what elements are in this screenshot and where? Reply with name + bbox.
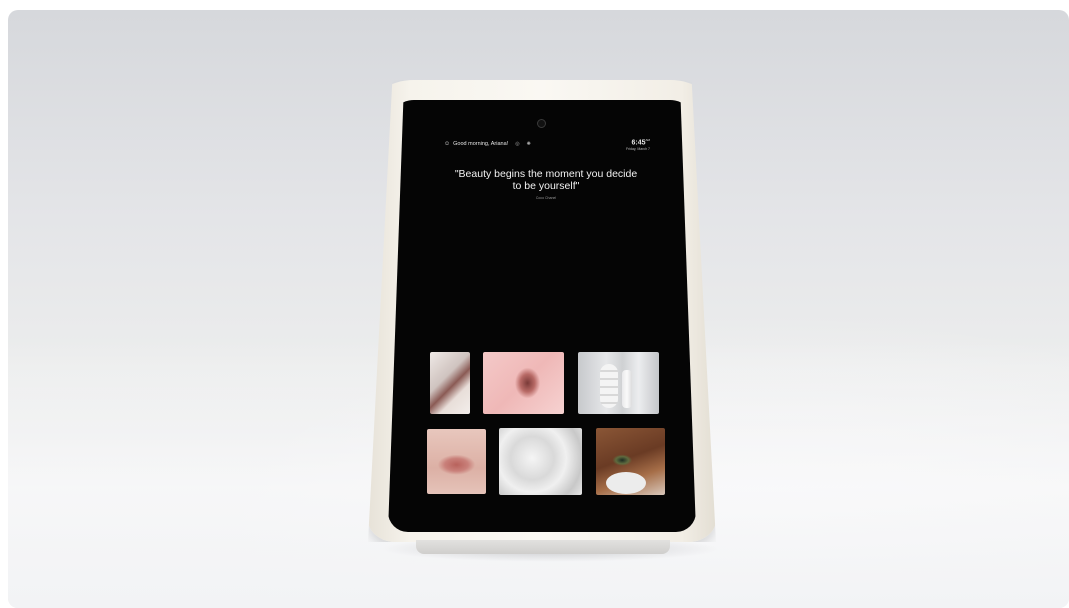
gallery-tile-cosmetic-swatch[interactable] [430, 352, 470, 414]
sculpture-shape [622, 370, 632, 408]
sculpture-shape [600, 364, 618, 408]
camera-icon [537, 119, 546, 128]
settings-icon[interactable]: ◎ [515, 141, 519, 147]
gallery-tile-lips[interactable] [427, 429, 486, 494]
clock-suffix: AM [645, 138, 651, 142]
clock: 6:45AM [631, 138, 650, 146]
gallery-tile-white-objects[interactable] [578, 352, 659, 414]
greeting: ☺ Good morning, Ariana! ◎ ✺ [444, 141, 531, 147]
sun-icon[interactable]: ✺ [527, 141, 531, 147]
greeting-text: Good morning, Ariana! [453, 141, 509, 147]
quote-text: "Beauty begins the moment you decide to … [454, 168, 638, 192]
person-icon: ☺ [444, 141, 451, 147]
face-mask-shape [606, 472, 646, 494]
date-text: Friday, March 7 [625, 147, 650, 151]
clock-time: 6:45 [631, 139, 646, 147]
gallery-tile-pink-lips[interactable] [483, 352, 564, 414]
mirror-stand [416, 540, 670, 554]
gallery-tile-eye-mask[interactable] [596, 428, 665, 495]
gallery-tile-cream-texture[interactable] [499, 428, 582, 495]
quote-author: Coco Chanel [535, 196, 557, 200]
status-bar: ☺ Good morning, Ariana! ◎ ✺ 6:45AM Frida… [444, 138, 650, 155]
